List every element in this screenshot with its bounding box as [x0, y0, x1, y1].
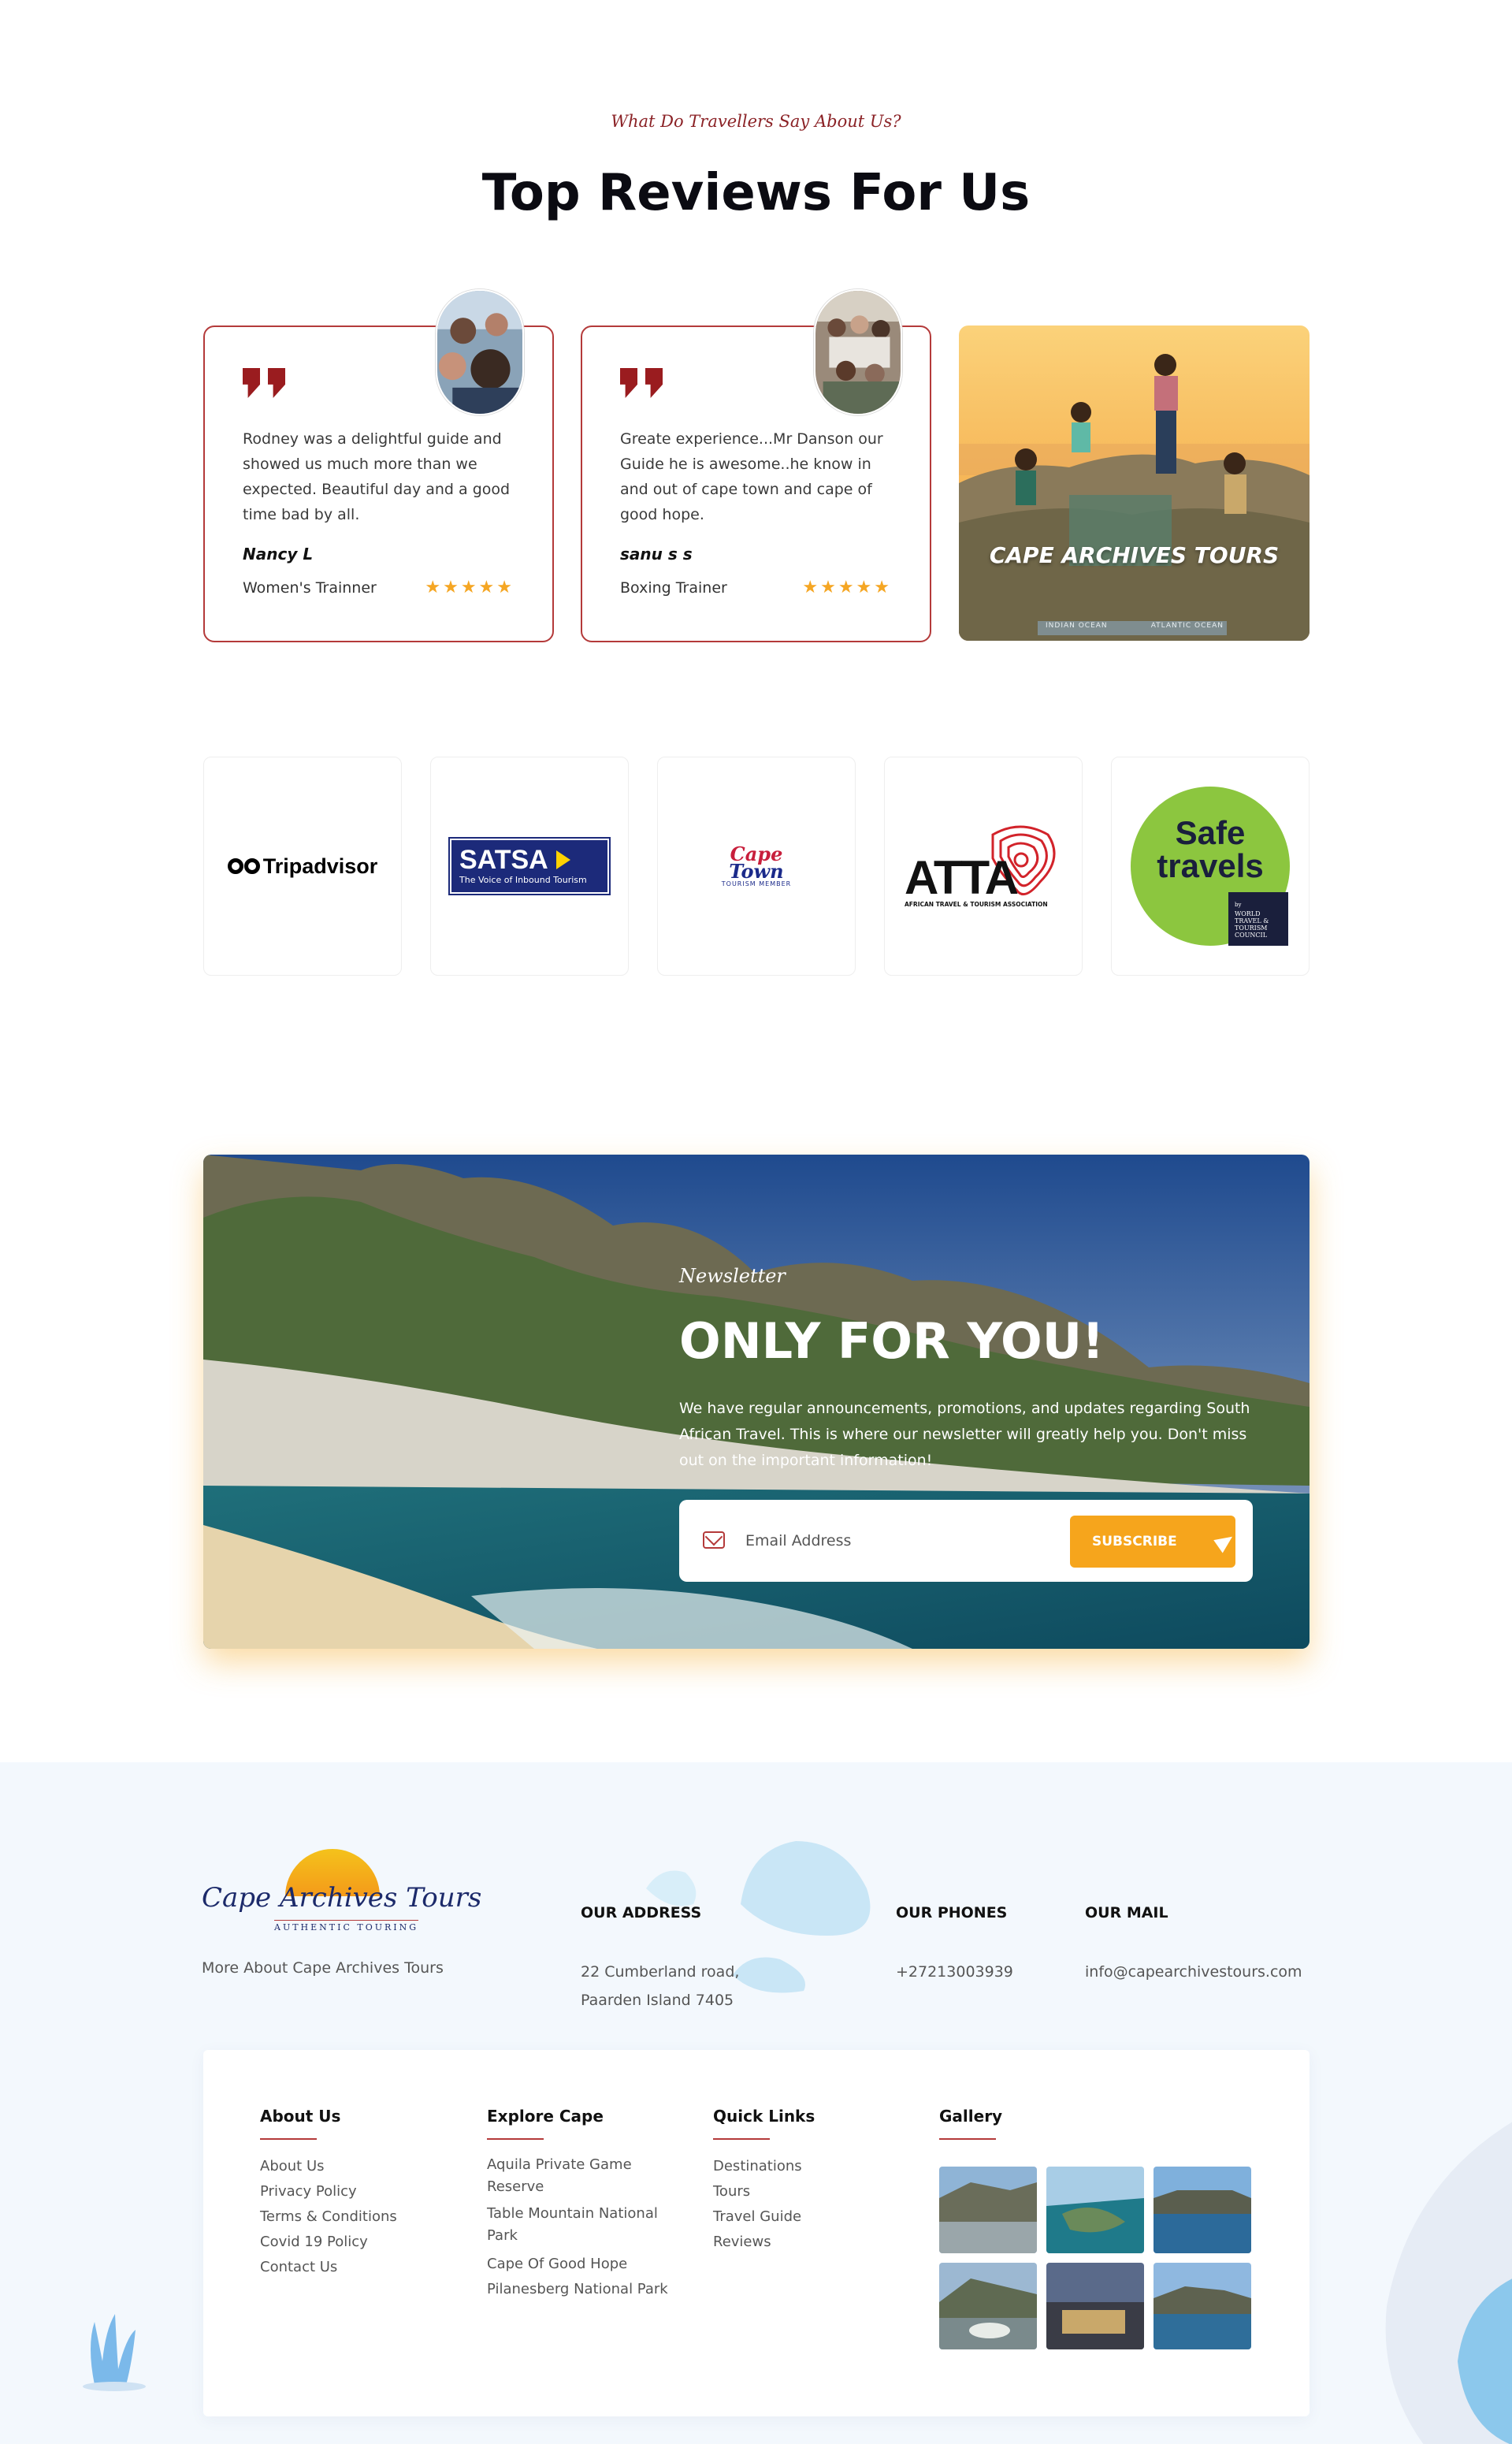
title-underline	[260, 2138, 317, 2140]
site-footer: Cape Archives Tours AUTHENTIC TOURING Mo…	[0, 1762, 1512, 2444]
reviews-eyebrow: What Do Travellers Say About Us?	[611, 112, 901, 131]
footer-link[interactable]: Pilanesberg National Park	[487, 2277, 692, 2302]
cape-town-tourism-logo: Cape Town TOURISM MEMBER	[721, 844, 792, 887]
footer-link[interactable]: Travel Guide	[713, 2204, 815, 2230]
ct-member-label: TOURISM MEMBER	[721, 880, 792, 887]
review-text: Greate experience...Mr Danson our Guide …	[620, 430, 883, 523]
partner-atta[interactable]: ATTA AFRICAN TRAVEL & TOURISM ASSOCIATIO…	[884, 757, 1083, 976]
photo-caption: CAPE ARCHIVES TOURS	[989, 542, 1280, 568]
title-underline	[713, 2138, 770, 2140]
footer-col-explore: Explore Cape Aquila Private Game Reserve…	[487, 2107, 692, 2302]
reviewer-avatar	[436, 289, 524, 415]
satsa-tagline: The Voice of Inbound Tourism	[459, 875, 587, 885]
phone-link[interactable]: +27213003939	[896, 1958, 1013, 1986]
footer-link[interactable]: Cape Of Good Hope	[487, 2252, 692, 2277]
gallery-thumb[interactable]	[939, 2263, 1037, 2349]
gallery-grid	[939, 2167, 1251, 2349]
wttc-name: WORLD TRAVEL & TOURISM COUNCIL	[1235, 910, 1269, 939]
reviewer-role: Women's Trainner	[243, 579, 377, 597]
footer-link[interactable]: Aquila Private Game Reserve	[487, 2154, 692, 2198]
footer-logo[interactable]: Cape Archives Tours AUTHENTIC TOURING	[202, 1849, 481, 1936]
reviewer-role: Boxing Trainer	[620, 579, 727, 597]
col-title: Gallery	[939, 2107, 1003, 2126]
partner-safe-travels[interactable]: Safe travels by WORLD TRAVEL & TOURISM CO…	[1111, 757, 1310, 976]
ct-word-town: Town	[729, 859, 784, 883]
safe-word: Safe	[1175, 814, 1246, 851]
footer-link[interactable]: Destinations	[713, 2154, 815, 2179]
mail-heading: OUR MAIL	[1085, 1904, 1168, 1921]
wttc-by: by	[1235, 902, 1242, 908]
rating-stars: ★★★★★	[425, 578, 515, 597]
address-heading: OUR ADDRESS	[581, 1904, 702, 1921]
more-about-link[interactable]: More About Cape Archives Tours	[202, 1959, 444, 1977]
travels-word: travels	[1157, 847, 1264, 884]
satsa-logo: SATSA The Voice of Inbound Tourism	[450, 839, 609, 894]
subscribe-button[interactable]: SUBSCRIBE	[1070, 1516, 1237, 1568]
footer-link[interactable]: Tours	[713, 2179, 815, 2204]
atta-logo: ATTA AFRICAN TRAVEL & TOURISM ASSOCIATIO…	[905, 819, 1062, 913]
footer-link[interactable]: Terms & Conditions	[260, 2204, 397, 2230]
footer-link[interactable]: Privacy Policy	[260, 2179, 397, 2204]
tripadvisor-owl-icon	[227, 858, 260, 874]
col-title: Quick Links	[713, 2107, 815, 2126]
newsletter-form: SUBSCRIBE	[679, 1500, 1253, 1582]
footer-link[interactable]: Contact Us	[260, 2255, 397, 2280]
satsa-name: SATSA	[459, 845, 548, 875]
logo-brand-text: Cape Archives Tours	[202, 1882, 482, 1914]
footer-col-quick: Quick Links Destinations Tours Travel Gu…	[713, 2107, 815, 2255]
satsa-arrow-icon	[555, 850, 570, 869]
newsletter-description: We have regular announcements, promotion…	[679, 1400, 1250, 1469]
reviews-title: Top Reviews For Us	[481, 164, 1031, 222]
gallery-thumb[interactable]	[1046, 2167, 1144, 2253]
mail-link[interactable]: info@capearchivestours.com	[1085, 1958, 1302, 1986]
subscribe-label: SUBSCRIBE	[1092, 1534, 1177, 1549]
cape-point-photo	[959, 325, 1310, 641]
gallery-thumb[interactable]	[939, 2167, 1037, 2253]
quote-icon	[620, 368, 671, 400]
footer-link[interactable]: About Us	[260, 2154, 397, 2179]
partner-satsa[interactable]: SATSA The Voice of Inbound Tourism	[430, 757, 629, 976]
tour-photo-card: CAPE ARCHIVES TOURS INDIAN OCEAN ATLANTI…	[959, 325, 1310, 641]
address-line-1: 22 Cumberland road,	[581, 1963, 740, 1981]
wttc-badge: by WORLD TRAVEL & TOURISM COUNCIL	[1228, 892, 1288, 946]
logo-tagline: AUTHENTIC TOURING	[274, 1920, 419, 1933]
gallery-thumb[interactable]	[1154, 2167, 1251, 2253]
paper-plane-icon	[1213, 1530, 1237, 1553]
envelope-icon	[703, 1531, 725, 1549]
sign-label-right: ATLANTIC OCEAN	[1150, 622, 1224, 630]
address-line-2: Paarden Island 7405	[581, 1992, 734, 2009]
footer-col-gallery: Gallery	[939, 2107, 1002, 2154]
partner-tripadvisor[interactable]: Tripadvisor	[203, 757, 402, 976]
safe-travels-logo: Safe travels by WORLD TRAVEL & TOURISM CO…	[1131, 787, 1290, 946]
tripadvisor-logo-text: Tripadvisor	[262, 854, 378, 878]
rating-stars: ★★★★★	[802, 578, 892, 597]
gallery-thumb[interactable]	[1154, 2263, 1251, 2349]
footer-link[interactable]: Reviews	[713, 2230, 815, 2255]
address-text: 22 Cumberland road, Paarden Island 7405	[581, 1958, 739, 2014]
reviewer-avatar	[814, 289, 902, 415]
phones-heading: OUR PHONES	[896, 1904, 1008, 1921]
coral-decoration	[83, 2314, 146, 2391]
reviewer-name: Nancy L	[243, 545, 314, 564]
atta-name: ATTA	[905, 851, 1019, 904]
col-title: Explore Cape	[487, 2107, 604, 2126]
col-title: About Us	[260, 2107, 341, 2126]
footer-link[interactable]: Covid 19 Policy	[260, 2230, 397, 2255]
reviewer-name: sanu s s	[620, 545, 693, 564]
footer-col-about: About Us About Us Privacy Policy Terms &…	[260, 2107, 397, 2280]
quote-icon	[243, 368, 293, 400]
gallery-thumb[interactable]	[1046, 2263, 1144, 2349]
review-text: Rodney was a delightful guide and showed…	[243, 430, 511, 523]
footer-link[interactable]: Table Mountain National Park	[487, 2203, 692, 2247]
newsletter-title: ONLY FOR YOU!	[679, 1312, 1105, 1370]
newsletter-banner: Newsletter ONLY FOR YOU! We have regular…	[203, 1155, 1310, 1649]
title-underline	[939, 2138, 996, 2140]
partner-cape-town-tourism[interactable]: Cape Town TOURISM MEMBER	[657, 757, 856, 976]
newsletter-eyebrow: Newsletter	[679, 1265, 786, 1287]
title-underline	[487, 2138, 544, 2140]
email-input[interactable]	[745, 1527, 1045, 1555]
atta-subtitle: AFRICAN TRAVEL & TOURISM ASSOCIATION	[905, 901, 1048, 908]
sign-label-left: INDIAN OCEAN	[1046, 622, 1108, 630]
footer-links-card: About Us About Us Privacy Policy Terms &…	[203, 2050, 1310, 2416]
